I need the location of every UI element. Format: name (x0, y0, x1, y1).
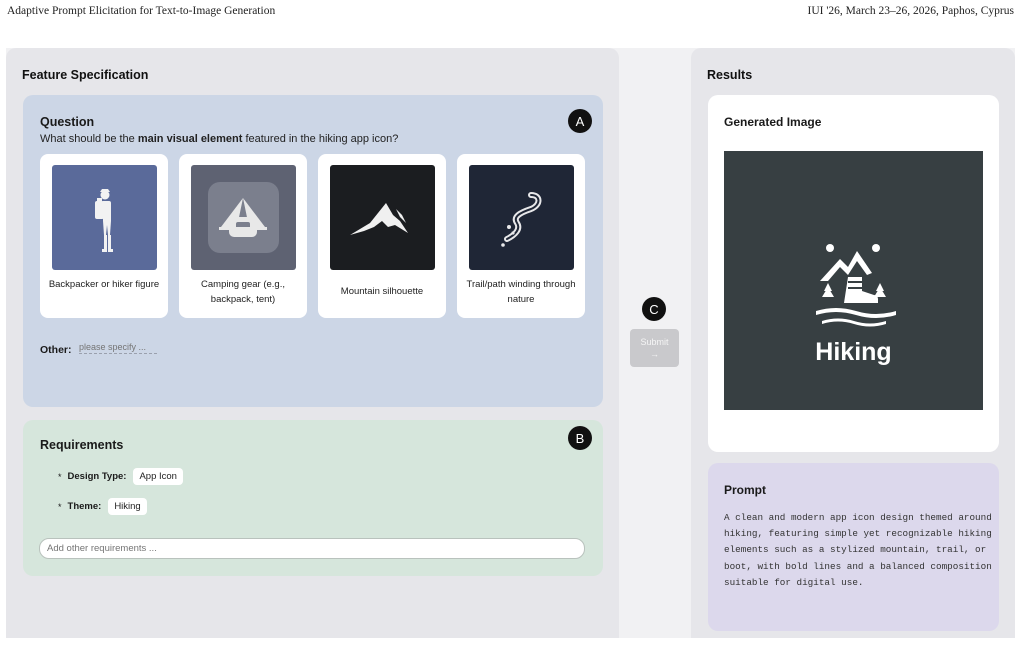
option-card-mountain[interactable]: Mountain silhouette (318, 154, 446, 318)
question-text: What should be the main visual element f… (40, 133, 399, 145)
hiker-icon (52, 165, 157, 270)
generated-image: Hiking (724, 151, 983, 410)
other-input[interactable] (79, 342, 157, 354)
mountain-icon (330, 165, 435, 270)
requirements-heading: Requirements (40, 438, 124, 452)
badge-a: A (568, 109, 592, 133)
feature-specification-title: Feature Specification (22, 68, 149, 82)
other-label: Other: (40, 344, 72, 356)
hiking-boot-mountain-icon (816, 244, 896, 327)
badge-b: B (568, 426, 592, 450)
submit-label: Submit (640, 337, 669, 347)
prompt-heading: Prompt (724, 483, 766, 497)
bullet: * (58, 471, 62, 482)
requirement-design-type: * Design Type: App Icon (58, 468, 183, 485)
requirement-value-pill[interactable]: Hiking (108, 498, 147, 515)
option-card-trail[interactable]: Trail/path winding through nature (457, 154, 585, 318)
badge-c: C (642, 297, 666, 321)
trail-icon (469, 165, 574, 270)
question-heading: Question (40, 115, 95, 129)
option-label: Backpacker or hiker figure (48, 279, 160, 290)
option-card-camping-gear[interactable]: Camping gear (e.g., backpack, tent) (179, 154, 307, 318)
generated-image-text: Hiking (815, 338, 891, 366)
running-head-venue: IUI '26, March 23–26, 2026, Paphos, Cypr… (807, 5, 1014, 17)
requirement-key: Design Type: (67, 471, 127, 482)
generated-image-heading: Generated Image (724, 115, 822, 129)
option-label: Mountain silhouette (340, 286, 424, 297)
arrow-right-icon: → (650, 349, 659, 359)
prompt-text: A clean and modern app icon design theme… (724, 512, 992, 588)
requirement-value-pill[interactable]: App Icon (133, 468, 183, 485)
results-title: Results (707, 68, 753, 82)
submit-button[interactable]: Submit → (630, 329, 679, 367)
option-label: Camping gear (e.g., backpack, tent) (201, 279, 285, 305)
requirement-key: Theme: (67, 501, 102, 512)
requirement-theme: * Theme: Hiking (58, 498, 147, 515)
running-head-title: Adaptive Prompt Elicitation for Text-to-… (7, 5, 276, 17)
camping-gear-icon (191, 165, 296, 270)
add-requirements-input[interactable] (39, 538, 585, 559)
option-card-hiker[interactable]: Backpacker or hiker figure (40, 154, 168, 318)
bullet: * (58, 501, 62, 512)
option-label: Trail/path winding through nature (466, 279, 576, 305)
